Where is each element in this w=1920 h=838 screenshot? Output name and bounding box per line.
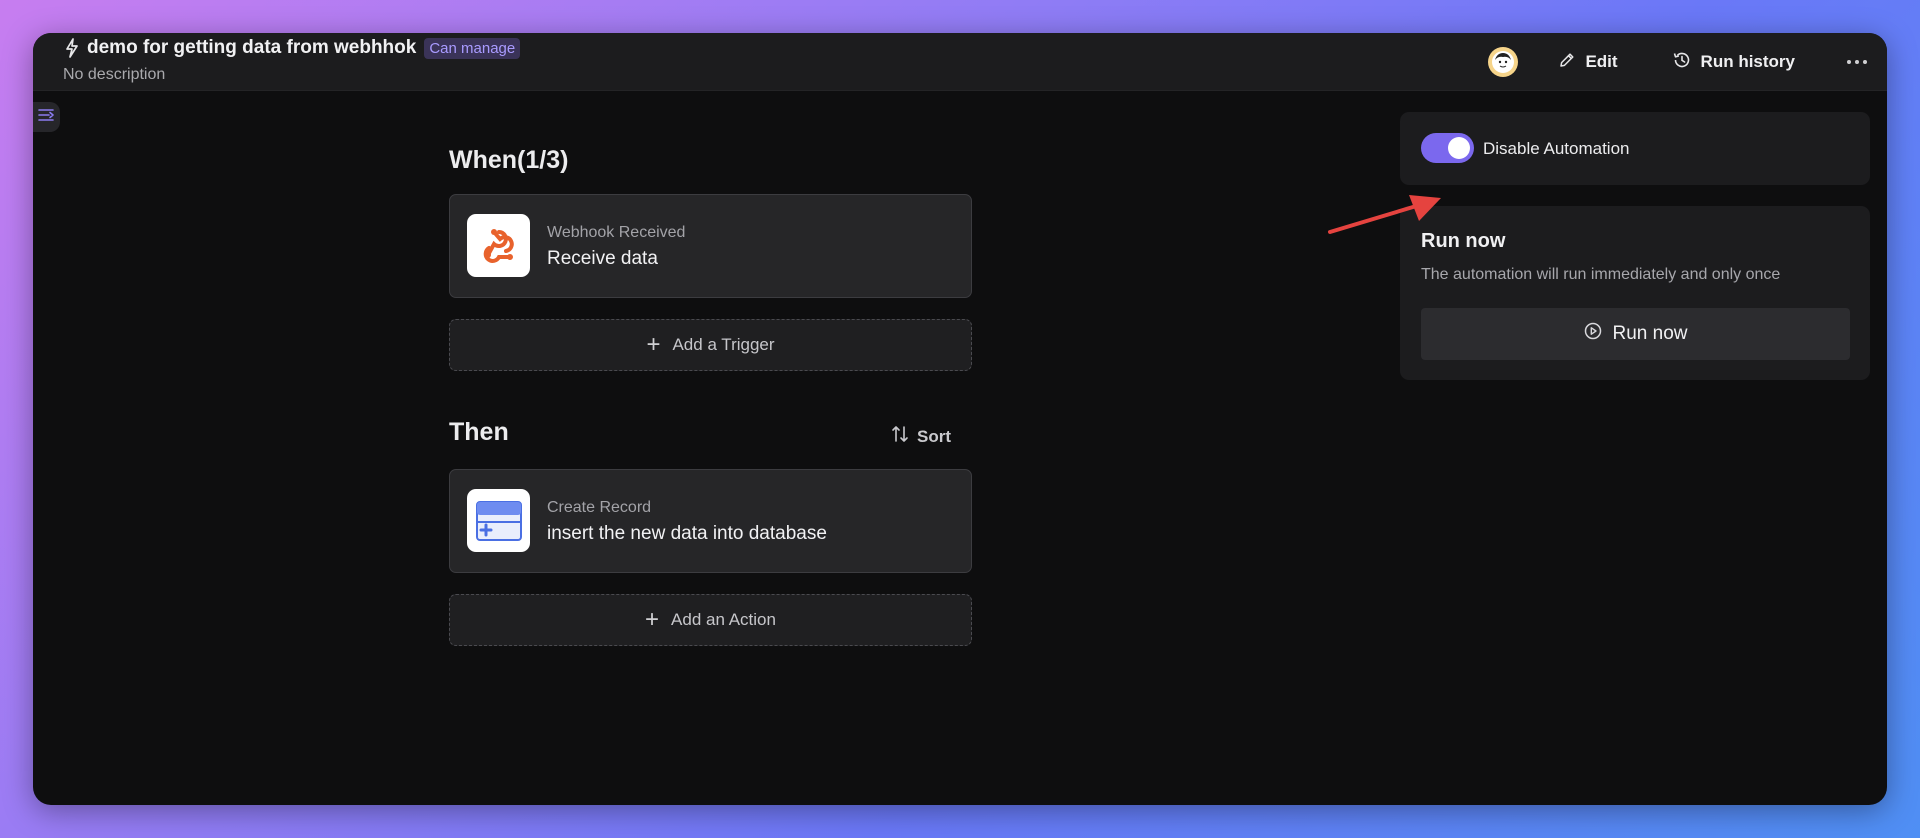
automation-status-panel: Disable Automation — [1400, 112, 1870, 185]
run-now-panel: Run now The automation will run immediat… — [1400, 206, 1870, 380]
add-action-label: Add an Action — [671, 610, 776, 629]
pencil-icon — [1558, 51, 1576, 74]
avatar[interactable] — [1488, 47, 1519, 77]
toggle-label: Disable Automation — [1483, 139, 1630, 158]
create-record-icon — [467, 489, 530, 552]
automation-window: demo for getting data from webhhok Can m… — [33, 33, 1887, 805]
disable-automation-toggle[interactable] — [1421, 133, 1474, 163]
sort-label: Sort — [917, 426, 951, 446]
run-now-button-label: Run now — [1612, 323, 1688, 344]
plus-icon: + — [646, 331, 661, 358]
sidebar-expand-icon — [37, 108, 56, 127]
trigger-name: Receive data — [547, 248, 658, 269]
lightning-icon — [63, 37, 81, 59]
trigger-kind: Webhook Received — [547, 224, 686, 241]
plus-icon: + — [645, 606, 660, 633]
automation-description[interactable]: No description — [63, 66, 165, 84]
annotation-arrow-icon — [1328, 195, 1441, 234]
sort-button[interactable]: Sort — [891, 425, 951, 448]
play-circle-icon — [1584, 322, 1602, 346]
history-icon — [1672, 50, 1692, 75]
action-name: insert the new data into database — [547, 523, 827, 544]
toggle-knob — [1448, 137, 1470, 159]
edit-label: Edit — [1585, 52, 1618, 71]
run-history-label: Run history — [1700, 52, 1795, 71]
run-now-button[interactable]: Run now — [1421, 308, 1850, 360]
add-action-button[interactable]: + Add an Action — [449, 594, 972, 646]
run-history-button[interactable]: Run history — [1672, 50, 1795, 75]
action-card[interactable]: Create Record insert the new data into d… — [449, 469, 972, 573]
add-trigger-button[interactable]: + Add a Trigger — [449, 319, 972, 371]
add-trigger-label: Add a Trigger — [672, 335, 775, 354]
title-row: demo for getting data from webhhok Can m… — [63, 37, 521, 59]
trigger-card[interactable]: Webhook Received Receive data — [449, 194, 972, 298]
header-actions: Edit Run history — [1488, 42, 1873, 82]
run-now-description: The automation will run immediately and … — [1421, 266, 1781, 283]
action-kind: Create Record — [547, 499, 652, 516]
automation-title[interactable]: demo for getting data from webhhok — [87, 37, 416, 59]
header-bar: demo for getting data from webhhok Can m… — [33, 33, 1887, 91]
webhook-icon — [467, 214, 530, 277]
sidebar-toggle-button[interactable] — [33, 102, 60, 132]
edit-button[interactable]: Edit — [1558, 51, 1618, 74]
sort-icon — [891, 425, 909, 448]
permission-badge: Can manage — [424, 37, 521, 59]
trigger-section-title: When(1/3) — [449, 146, 569, 174]
more-options-icon[interactable] — [1841, 60, 1873, 64]
action-section-title: Then — [449, 418, 509, 446]
